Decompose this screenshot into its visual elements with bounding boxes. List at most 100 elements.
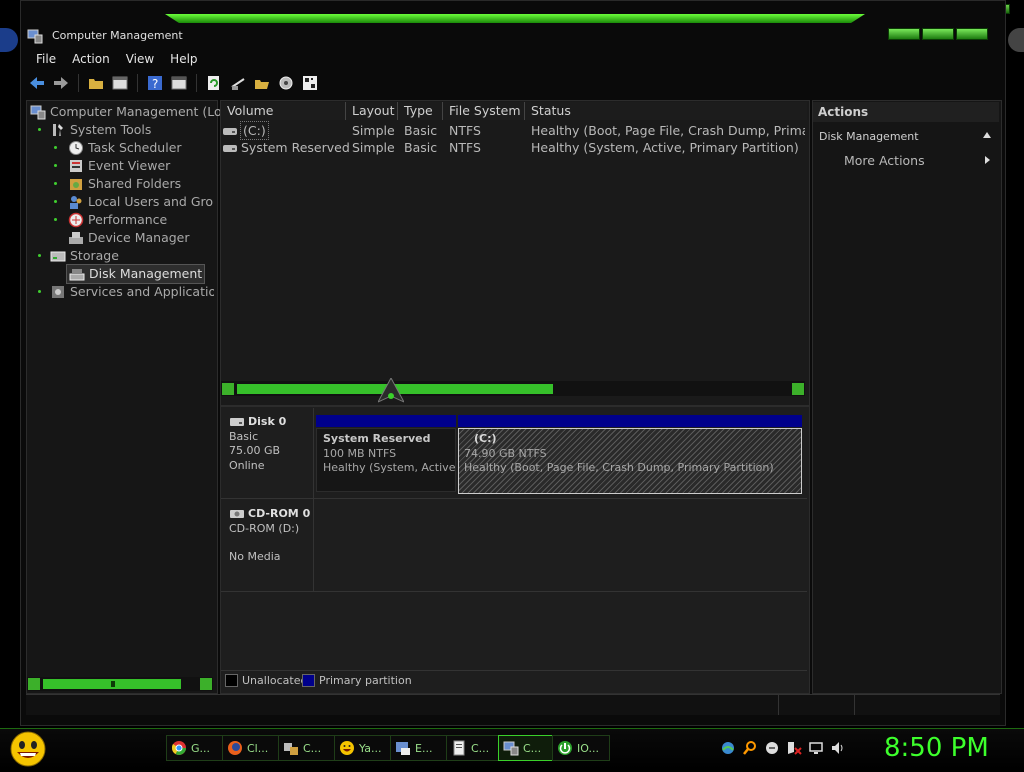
tree-expander[interactable] bbox=[54, 182, 57, 185]
pane-splitter-handle[interactable] bbox=[376, 376, 406, 406]
tree-item-performance[interactable]: Performance bbox=[68, 211, 167, 229]
action-center-icon[interactable] bbox=[786, 740, 802, 756]
volume-icon[interactable] bbox=[830, 740, 846, 756]
volume-name: (C:) bbox=[240, 121, 269, 140]
column-header-status[interactable]: Status bbox=[525, 102, 807, 120]
taskbar-item-control[interactable]: C... bbox=[278, 735, 336, 761]
window-title: Computer Management bbox=[52, 29, 183, 42]
volume-file-system: NTFS bbox=[449, 140, 481, 155]
tree-item-disk-management[interactable]: Disk Management bbox=[65, 264, 206, 284]
taskbar-clock[interactable]: 8:50 PM bbox=[884, 733, 989, 763]
actions-header: Actions bbox=[813, 102, 999, 122]
volume-list-horizontal-scrollbar[interactable] bbox=[221, 381, 805, 396]
tree-horizontal-scrollbar[interactable] bbox=[27, 676, 213, 691]
taskbar-item-computer-management[interactable]: C... bbox=[498, 735, 556, 761]
table-row[interactable]: System Reserved bbox=[222, 139, 350, 156]
help-icon[interactable]: ? bbox=[146, 74, 164, 92]
partition-name: (C:) bbox=[474, 432, 497, 445]
close-button[interactable] bbox=[956, 28, 988, 40]
tree-item-local-users[interactable]: Local Users and Grou bbox=[68, 193, 214, 211]
minimize-button[interactable] bbox=[888, 28, 920, 40]
tree-item-label: Services and Application bbox=[70, 284, 214, 299]
partition-status: Healthy (System, Active, P bbox=[323, 461, 456, 474]
computer-management-icon bbox=[503, 741, 519, 756]
chevron-right-icon bbox=[985, 156, 990, 164]
partition-c[interactable]: (C:) 74.90 GB NTFS Healthy (Boot, Page F… bbox=[458, 428, 802, 494]
export-icon[interactable] bbox=[229, 74, 247, 92]
taskbar-item-document[interactable]: C... bbox=[446, 735, 504, 761]
tree-item-label: Event Viewer bbox=[88, 158, 171, 173]
tree-item-label: Device Manager bbox=[88, 230, 190, 245]
storage-icon bbox=[50, 248, 66, 264]
open-folder-icon[interactable] bbox=[253, 74, 271, 92]
tree-expander[interactable] bbox=[38, 254, 41, 257]
volume-status: Healthy (System, Active, Primary Partiti… bbox=[531, 140, 799, 155]
control-icon bbox=[284, 743, 298, 755]
volume-layout: Simple bbox=[352, 140, 395, 155]
action-more-actions[interactable]: More Actions bbox=[813, 152, 999, 170]
messenger-icon[interactable] bbox=[764, 740, 780, 756]
search-icon[interactable] bbox=[742, 740, 758, 756]
actions-section-disk-management[interactable]: Disk Management bbox=[813, 128, 999, 146]
left-window-edge bbox=[0, 28, 18, 52]
tree-item-event-viewer[interactable]: Event Viewer bbox=[68, 157, 170, 175]
qr-settings-icon[interactable] bbox=[301, 74, 319, 92]
tree-expander[interactable] bbox=[54, 146, 57, 149]
taskbar-item-yahoo[interactable]: Ya... bbox=[334, 735, 392, 761]
taskbar-item-firefox[interactable]: Cl... bbox=[222, 735, 280, 761]
disk-settings-icon[interactable] bbox=[277, 74, 295, 92]
tree-item-system-tools[interactable]: System Tools bbox=[50, 121, 151, 139]
tree-item-storage[interactable]: Storage bbox=[50, 247, 119, 265]
device-manager-icon bbox=[68, 230, 84, 246]
tree-item-shared-folders[interactable]: Shared Folders bbox=[68, 175, 181, 193]
folder-icon[interactable] bbox=[87, 74, 105, 92]
status-bar-section bbox=[854, 695, 855, 715]
tree-expander[interactable] bbox=[38, 128, 41, 131]
taskbar-item-iobit[interactable]: IO... bbox=[552, 735, 610, 761]
column-header-volume[interactable]: Volume bbox=[221, 102, 346, 120]
taskbar-item-explorer[interactable]: E... bbox=[390, 735, 448, 761]
maximize-button[interactable] bbox=[922, 28, 954, 40]
menu-file[interactable]: File bbox=[28, 50, 64, 68]
tree-item-label: Storage bbox=[70, 248, 119, 263]
taskbar-item-chrome[interactable]: G... bbox=[166, 735, 224, 761]
shared-folders-icon bbox=[68, 176, 84, 192]
menu-action[interactable]: Action bbox=[64, 50, 118, 68]
tree-item-task-scheduler[interactable]: Task Scheduler bbox=[68, 139, 182, 157]
clock-icon bbox=[68, 140, 84, 156]
partition-system-reserved[interactable]: System Reserved 100 MB NTFS Healthy (Sys… bbox=[316, 428, 456, 492]
partition-bar-system-reserved bbox=[316, 415, 456, 427]
tree-expander[interactable] bbox=[54, 200, 57, 203]
cdrom-label[interactable]: CD-ROM 0 CD-ROM (D:) No Media bbox=[229, 507, 310, 565]
menu-view[interactable]: View bbox=[118, 50, 162, 68]
tree-root-computer-management[interactable]: Computer Management (Loc bbox=[30, 103, 229, 121]
forward-icon[interactable] bbox=[52, 74, 70, 92]
tree-expander[interactable] bbox=[54, 218, 57, 221]
menu-help[interactable]: Help bbox=[162, 50, 205, 68]
tree-item-label: Local Users and Grou bbox=[88, 194, 214, 209]
toolbar-separator bbox=[78, 74, 79, 92]
volume-type: Basic bbox=[404, 123, 438, 138]
more-actions-label: More Actions bbox=[844, 153, 925, 168]
start-button[interactable] bbox=[8, 730, 48, 768]
show-hide-tree-icon[interactable] bbox=[111, 74, 129, 92]
table-row[interactable]: (C:) bbox=[222, 121, 269, 140]
cdrom-name: CD-ROM 0 bbox=[248, 507, 311, 520]
column-header-type[interactable]: Type bbox=[398, 102, 443, 120]
disk0-label[interactable]: Disk 0 Basic 75.00 GB Online bbox=[229, 415, 286, 473]
tree-expander[interactable] bbox=[38, 290, 41, 293]
partition-bar-c bbox=[458, 415, 802, 427]
refresh-icon[interactable] bbox=[205, 74, 223, 92]
network-icon[interactable] bbox=[720, 740, 736, 756]
column-header-file-system[interactable]: File System bbox=[443, 102, 525, 120]
collapse-arrow-icon[interactable] bbox=[983, 132, 991, 138]
display-icon[interactable] bbox=[808, 740, 824, 756]
tree-root-label: Computer Management (Loc bbox=[50, 104, 229, 119]
tree-item-device-manager[interactable]: Device Manager bbox=[68, 229, 190, 247]
properties-icon[interactable] bbox=[170, 74, 188, 92]
tree-item-label: Performance bbox=[88, 212, 168, 227]
tree-expander[interactable] bbox=[54, 164, 57, 167]
column-header-layout[interactable]: Layout bbox=[346, 102, 398, 120]
back-icon[interactable] bbox=[28, 74, 46, 92]
tree-item-services[interactable]: Services and Application bbox=[50, 283, 214, 301]
